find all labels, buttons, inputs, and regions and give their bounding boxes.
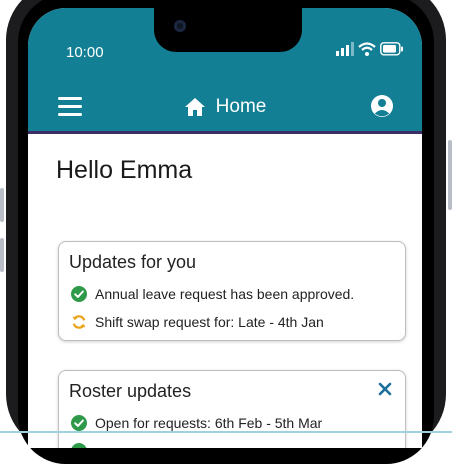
sync-icon: [72, 315, 86, 329]
list-item[interactable]: Shift swap request for: Late - 4th Jan: [71, 314, 324, 330]
greeting-heading: Hello Emma: [56, 156, 193, 184]
app-header: Home: [28, 83, 422, 134]
list-item: [71, 443, 87, 448]
phone-power-button: [448, 140, 452, 210]
home-icon: [184, 98, 205, 116]
wifi-icon: [358, 42, 376, 56]
check-circle-icon: [71, 443, 87, 448]
battery-icon: [380, 42, 403, 56]
roster-card: Roster updates Open for requests: 6th Fe…: [58, 370, 406, 448]
card-title: Updates for you: [69, 252, 197, 272]
home-link[interactable]: Home: [184, 96, 267, 118]
phone-screen: 10:00 Home Hello Emma Updates for you An…: [28, 8, 422, 448]
phone-side-button: [0, 188, 4, 222]
account-icon[interactable]: [370, 94, 394, 118]
signal-icon: [336, 42, 354, 56]
close-icon[interactable]: [377, 381, 393, 397]
list-item[interactable]: Annual leave request has been approved.: [71, 286, 354, 302]
front-camera-icon: [174, 20, 186, 32]
card-title: Roster updates: [69, 381, 192, 401]
update-text: Annual leave request has been approved.: [95, 286, 355, 302]
updates-card: Updates for you Annual leave request has…: [58, 241, 406, 341]
list-item[interactable]: Open for requests: 6th Feb - 5th Mar: [71, 415, 322, 431]
check-circle-icon: [71, 286, 87, 302]
bottom-divider: [0, 431, 452, 433]
header-title: Home: [215, 96, 267, 117]
notch: [154, 8, 302, 52]
phone-side-button: [0, 238, 4, 272]
update-text: Shift swap request for: Late - 4th Jan: [95, 314, 324, 330]
roster-update-text: Open for requests: 6th Feb - 5th Mar: [95, 415, 323, 431]
status-time: 10:00: [66, 44, 104, 61]
check-circle-icon: [71, 415, 87, 431]
status-bar: 10:00: [28, 8, 422, 83]
menu-icon[interactable]: [58, 97, 82, 117]
